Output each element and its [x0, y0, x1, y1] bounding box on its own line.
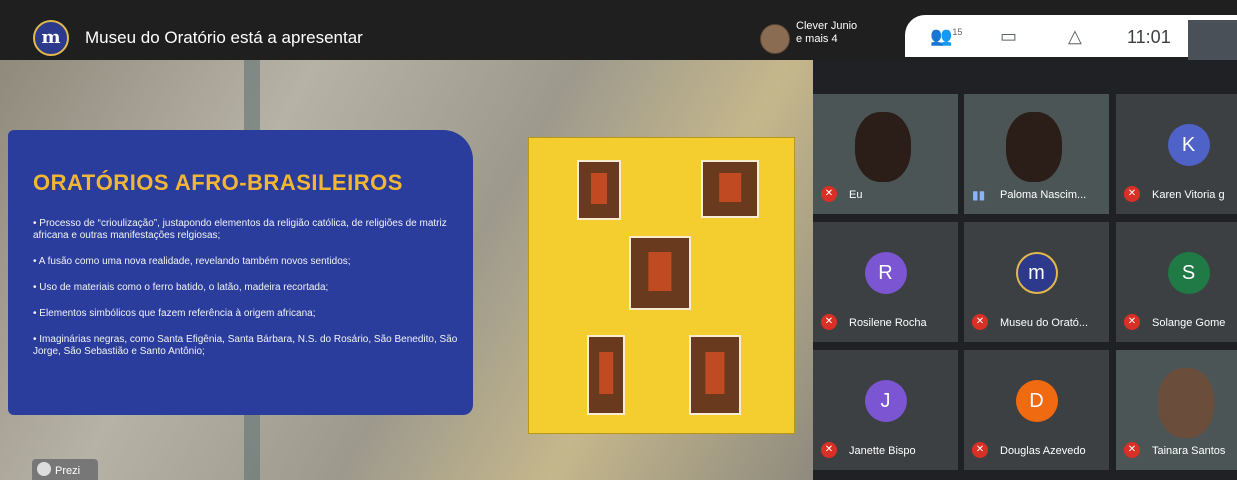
participant-tile[interactable]: K ✕ Karen Vitoria g: [1116, 94, 1237, 214]
meeting-time: 11:01: [1127, 27, 1171, 47]
participant-tile[interactable]: m ✕ Museu do Orató...: [964, 222, 1109, 342]
mic-off-icon: ✕: [972, 314, 988, 330]
presenter-avatar: m: [33, 20, 69, 56]
slide-title: ORATÓRIOS AFRO-BRASILEIROS: [33, 170, 403, 195]
bullet-1: • Processo de “crioulização”, justapondo…: [33, 218, 447, 241]
bullet-5: • Imaginárias negras, como Santa Efigêni…: [33, 334, 458, 357]
oratory-image: [587, 335, 625, 415]
oratory-image: [701, 160, 759, 218]
prezi-watermark: Prezi: [32, 459, 98, 480]
participants-summary[interactable]: Clever Junio e mais 4: [796, 20, 857, 46]
mic-off-icon: ✕: [1124, 186, 1140, 202]
oratory-image-panel: [528, 137, 795, 434]
people-icon[interactable]: 👥15: [930, 26, 962, 47]
mic-off-icon: ✕: [1124, 314, 1140, 330]
oratory-image: [689, 335, 741, 415]
participant-tile[interactable]: S ✕ Solange Gome: [1116, 222, 1237, 342]
chat-icon[interactable]: ▭: [1000, 26, 1017, 47]
mic-off-icon: ✕: [821, 442, 837, 458]
mic-off-icon: ✕: [821, 186, 837, 202]
mic-off-icon: ✕: [821, 314, 837, 330]
activities-icon[interactable]: △: [1068, 26, 1082, 47]
participant-tile[interactable]: ✕ Tainara Santos: [1116, 350, 1237, 470]
participant-tile[interactable]: ▮▮ Paloma Nascim...: [964, 94, 1109, 214]
participant-tile[interactable]: J ✕ Janette Bispo: [813, 350, 958, 470]
presenter-title: Museu do Oratório está a apresentar: [85, 28, 363, 47]
bullet-3: • Uso de materiais como o ferro batido, …: [33, 282, 329, 293]
participant-tile[interactable]: D ✕ Douglas Azevedo: [964, 350, 1109, 470]
bullet-2: • A fusão como uma nova realidade, revel…: [33, 256, 351, 267]
shared-presentation: ORATÓRIOS AFRO-BRASILEIROS • Processo de…: [0, 60, 813, 480]
mic-off-icon: ✕: [972, 442, 988, 458]
oratory-image: [629, 236, 691, 310]
participant-avatar: [760, 24, 790, 54]
self-view-thumbnail[interactable]: [1188, 20, 1237, 60]
participant-grid: ✕ Eu ▮▮ Paloma Nascim... K ✕ Karen Vitoria g…: [813, 94, 1237, 480]
oratory-image: [577, 160, 621, 220]
mic-off-icon: ✕: [1124, 442, 1140, 458]
bullet-4: • Elementos simbólicos que fazem referên…: [33, 308, 316, 319]
speaking-icon: ▮▮: [972, 188, 986, 202]
participant-tile[interactable]: R ✕ Rosilene Rocha: [813, 222, 958, 342]
slide-bullet-list: • Processo de “crioulização”, justapondo…: [33, 218, 463, 372]
participant-tile[interactable]: ✕ Eu: [813, 94, 958, 214]
